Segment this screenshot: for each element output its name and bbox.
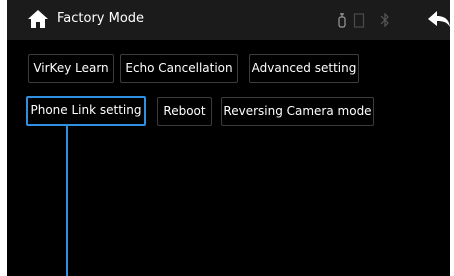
selection-indicator-line <box>66 126 68 276</box>
page-title: Factory Mode <box>57 11 145 26</box>
virkey-learn-button[interactable]: VirKey Learn <box>28 54 114 83</box>
advanced-setting-button[interactable]: Advanced setting <box>249 54 359 83</box>
back-arrow-icon[interactable] <box>427 10 450 30</box>
reboot-button[interactable]: Reboot <box>157 97 212 126</box>
bluetooth-icon <box>380 12 389 28</box>
echo-cancellation-button[interactable]: Echo Cancellation <box>120 54 238 83</box>
phone-link-setting-button[interactable]: Phone Link setting <box>26 96 146 126</box>
reversing-camera-mode-button[interactable]: Reversing Camera mode <box>221 97 374 126</box>
factory-mode-screen: Factory Mode VirKey Learn Echo Cancellat… <box>7 0 450 276</box>
home-icon[interactable] <box>27 9 49 29</box>
title-bar: Factory Mode <box>7 0 450 40</box>
battery-icon <box>353 13 365 28</box>
usb-icon <box>338 13 346 28</box>
